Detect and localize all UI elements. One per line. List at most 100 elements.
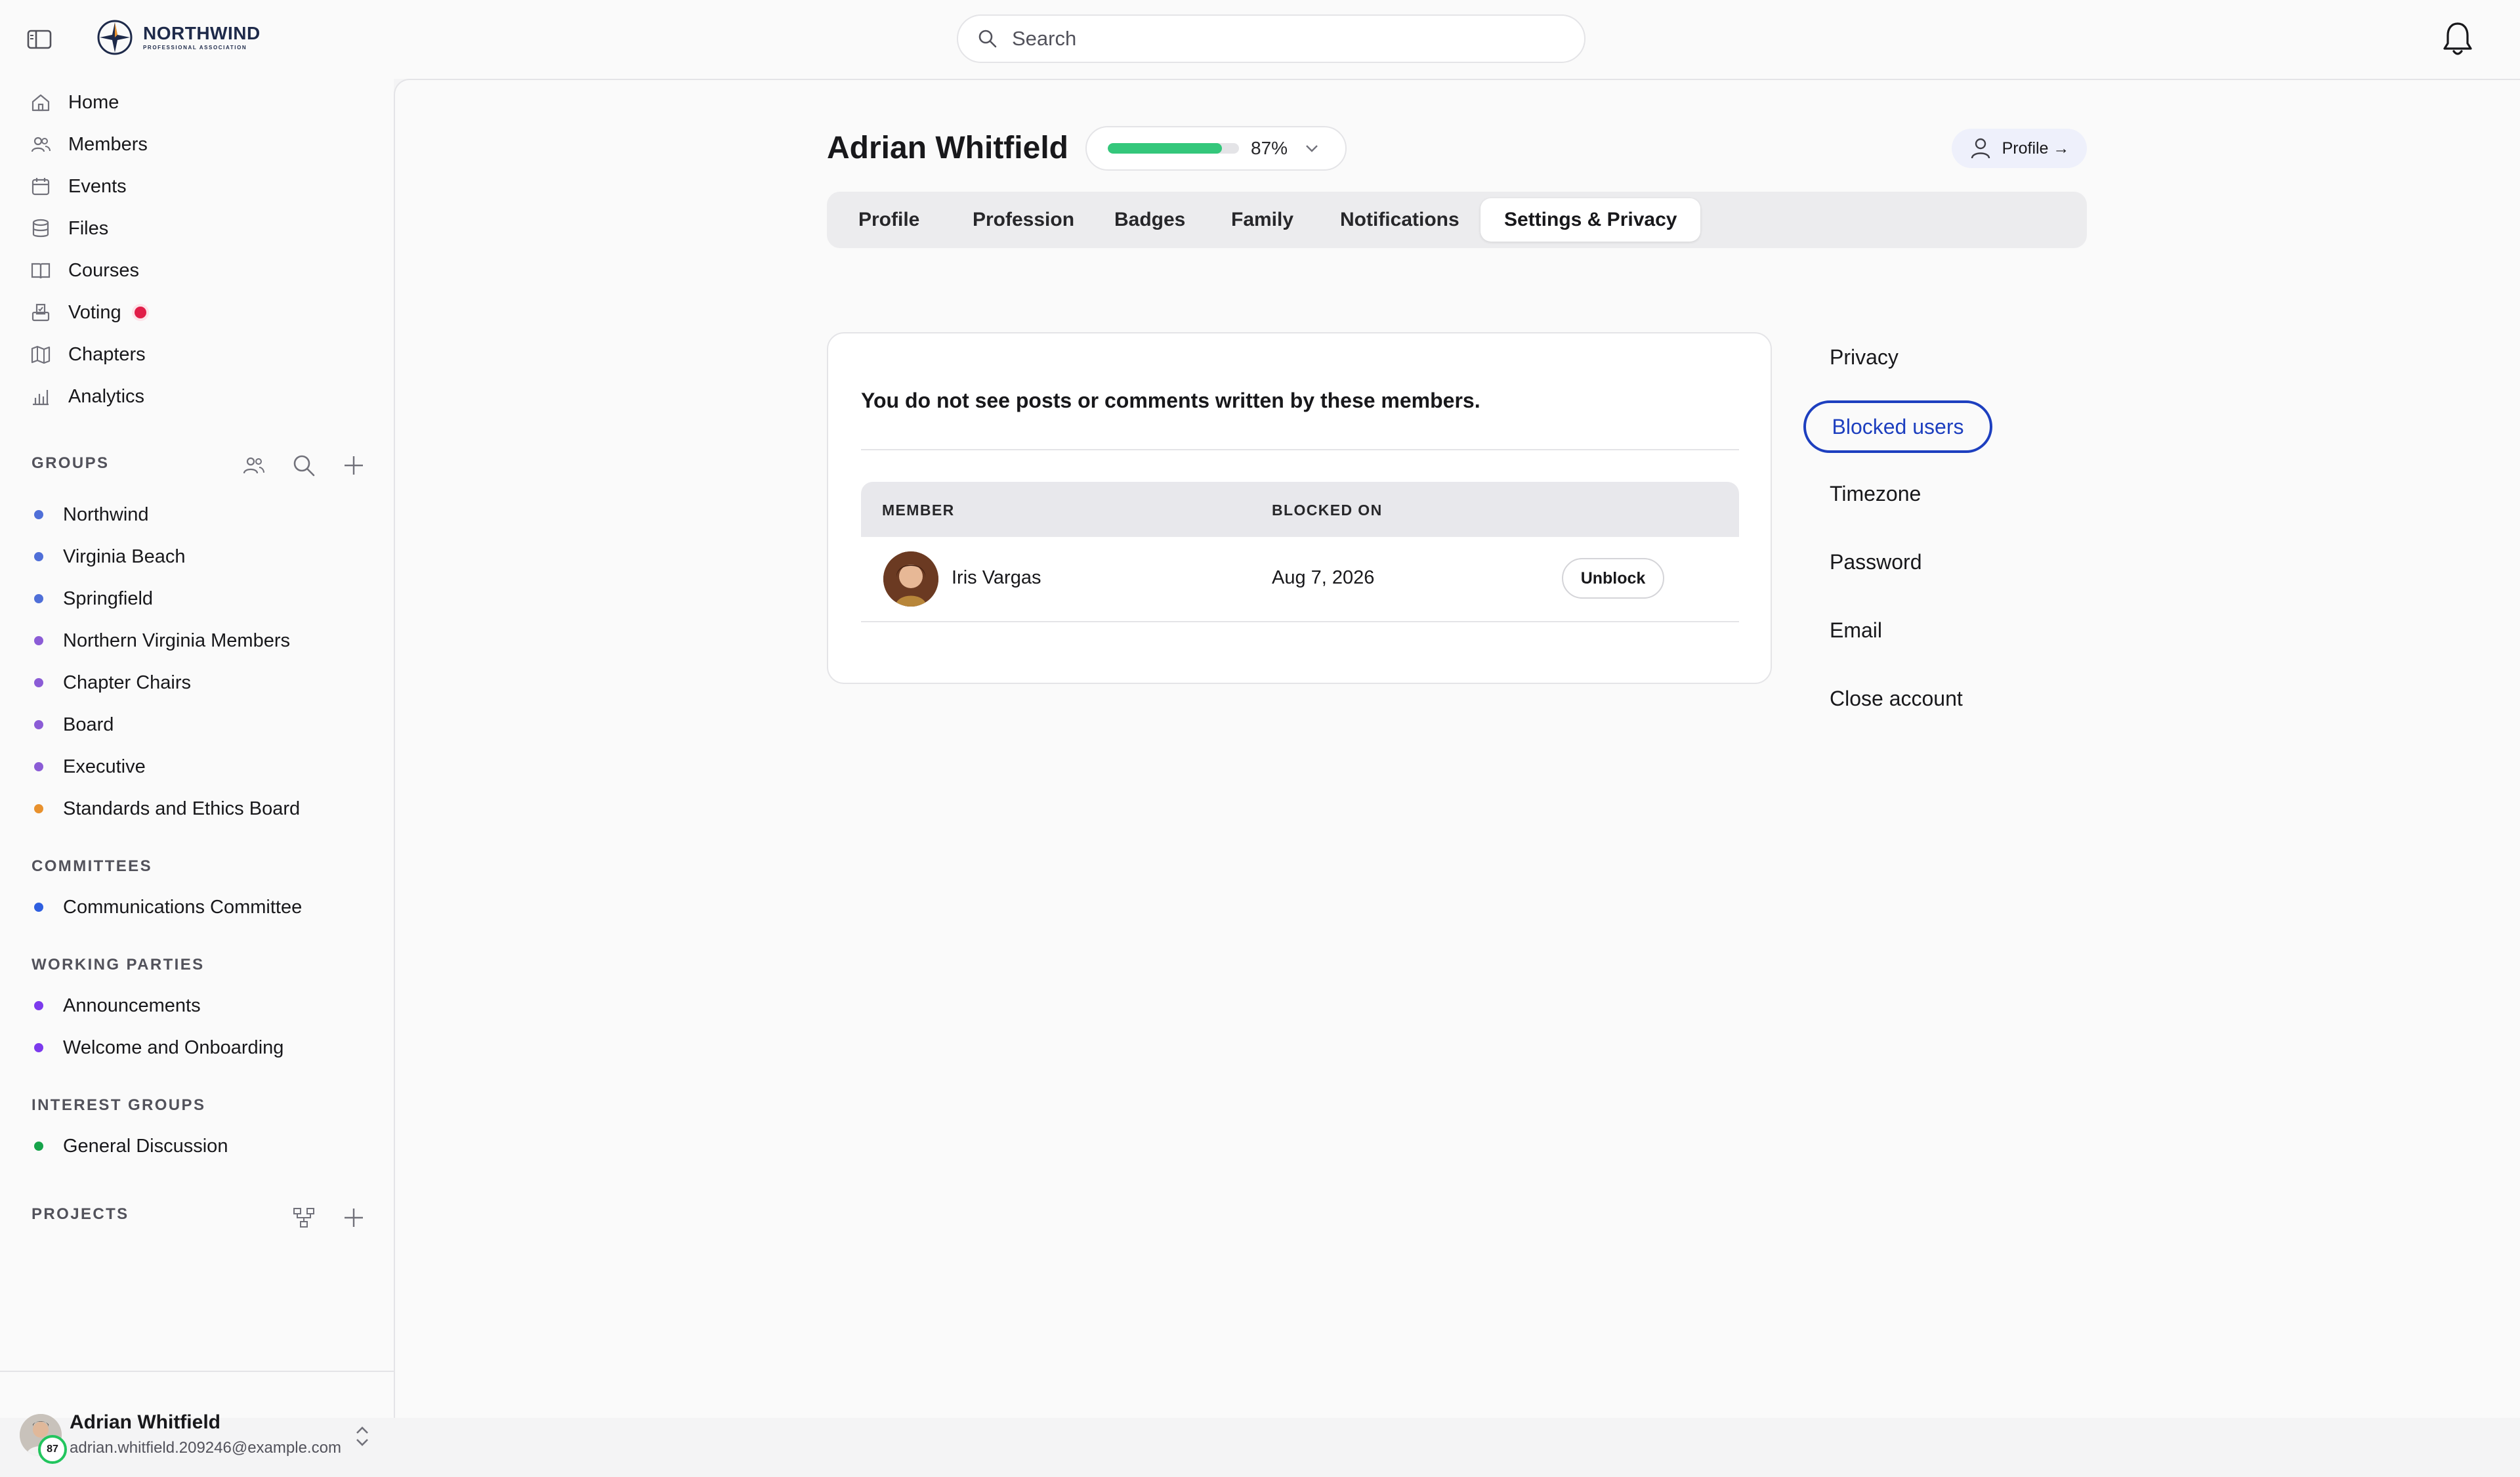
settings-menu-close-account[interactable]: Close account <box>1830 687 1963 711</box>
nav-files-label: Files <box>68 217 109 239</box>
chevron-up-down-icon <box>356 1426 368 1446</box>
compass-logo-icon <box>97 20 133 55</box>
home-icon <box>32 94 50 112</box>
members-icon <box>31 137 51 152</box>
nav-courses-label: Courses <box>68 259 139 281</box>
tab-family[interactable]: Family <box>1208 198 1317 242</box>
interest-group-item[interactable]: General Discussion <box>34 1130 228 1162</box>
add-project-icon[interactable] <box>340 1204 368 1231</box>
interest-groups-heading: INTEREST GROUPS <box>32 1096 206 1114</box>
tab-profile[interactable]: Profile <box>835 198 943 242</box>
column-header-blocked-on: BLOCKED ON <box>1272 502 1383 519</box>
blocked-member-name[interactable]: Iris Vargas <box>952 567 1041 589</box>
profile-completion-value: 87% <box>1251 138 1288 158</box>
project-hierarchy-icon[interactable] <box>290 1204 318 1231</box>
main-content <box>394 79 2520 1418</box>
group-color-dot <box>34 720 43 729</box>
group-item[interactable]: Chapter Chairs <box>34 667 191 698</box>
settings-menu-privacy[interactable]: Privacy <box>1830 345 1899 370</box>
group-item[interactable]: Virginia Beach <box>34 541 185 572</box>
nav-events[interactable]: Events <box>30 169 127 203</box>
group-item[interactable]: Executive <box>34 751 146 782</box>
tab-settings-privacy[interactable]: Settings & Privacy <box>1480 198 1701 242</box>
nav-chapters[interactable]: Chapters <box>30 337 146 372</box>
group-label: Northern Virginia Members <box>63 630 290 651</box>
group-item[interactable]: Northern Virginia Members <box>34 625 290 656</box>
nav-members-label: Members <box>68 133 148 155</box>
sidebar-divider <box>0 1371 394 1372</box>
view-profile-button[interactable]: Profile → <box>1952 129 2087 168</box>
ballot-icon <box>32 303 50 322</box>
group-color-dot <box>34 1001 43 1010</box>
blocked-users-description: You do not see posts or comments written… <box>861 389 1480 412</box>
nav-home[interactable]: Home <box>30 85 119 119</box>
database-icon <box>32 219 49 238</box>
chevron-down-icon <box>1306 145 1318 152</box>
group-color-dot <box>34 903 43 912</box>
group-label: Northwind <box>63 503 149 525</box>
settings-menu-blocked-users[interactable]: Blocked users <box>1803 400 1992 453</box>
group-color-dot <box>34 594 43 603</box>
table-header: MEMBER BLOCKED ON <box>861 482 1739 537</box>
working-party-label: Announcements <box>63 995 201 1016</box>
working-party-label: Welcome and Onboarding <box>63 1037 284 1058</box>
committees-heading: COMMITTEES <box>32 857 152 875</box>
search-groups-icon[interactable] <box>290 452 318 479</box>
book-icon <box>31 263 51 279</box>
nav-members[interactable]: Members <box>30 127 148 161</box>
sidebar: Home Members Events Files Courses Voting… <box>0 79 394 1464</box>
avatar[interactable] <box>883 551 938 607</box>
blocked-users-card: You do not see posts or comments written… <box>827 332 1772 684</box>
search-bar[interactable] <box>957 14 1586 63</box>
nav-courses[interactable]: Courses <box>30 253 139 288</box>
group-item[interactable]: Board <box>34 709 114 740</box>
interest-group-label: General Discussion <box>63 1135 228 1157</box>
settings-menu-email[interactable]: Email <box>1830 618 1882 643</box>
view-profile-label: Profile → <box>2002 139 2070 158</box>
settings-menu-password[interactable]: Password <box>1830 550 1922 574</box>
nav-voting-label: Voting <box>68 301 121 323</box>
group-label: Board <box>63 714 114 735</box>
group-label: Standards and Ethics Board <box>63 798 301 819</box>
settings-menu-timezone[interactable]: Timezone <box>1830 482 1921 506</box>
manage-groups-icon[interactable] <box>240 452 268 479</box>
group-label: Virginia Beach <box>63 546 186 567</box>
group-label: Springfield <box>63 588 154 609</box>
unblock-button[interactable]: Unblock <box>1562 558 1664 599</box>
committee-label: Communications Committee <box>63 896 303 918</box>
tab-profession[interactable]: Profession <box>949 198 1098 242</box>
nav-voting[interactable]: Voting <box>30 295 146 330</box>
search-input[interactable] <box>1011 26 1538 51</box>
group-item[interactable]: Northwind <box>34 499 149 530</box>
group-color-dot <box>34 510 43 519</box>
nav-events-label: Events <box>68 175 127 197</box>
table-row: Iris Vargas Aug 7, 2026 Unblock <box>861 537 1739 622</box>
voting-alert-dot <box>134 307 146 318</box>
add-group-icon[interactable] <box>340 452 368 479</box>
sidebar-toggle-icon[interactable] <box>25 26 54 53</box>
nav-analytics-label: Analytics <box>68 385 145 407</box>
profile-completion-dropdown[interactable]: 87% <box>1085 126 1347 171</box>
user-account-switcher[interactable]: 87 Adrian Whitfield adrian.whitfield.209… <box>20 1411 374 1477</box>
working-parties-heading: WORKING PARTIES <box>32 956 205 974</box>
profile-tabs: Profile Profession Badges Family Notific… <box>827 192 2087 248</box>
group-color-dot <box>34 1043 43 1052</box>
group-item[interactable]: Springfield <box>34 583 153 614</box>
committee-item[interactable]: Communications Committee <box>34 891 302 923</box>
group-item[interactable]: Standards and Ethics Board <box>34 793 300 824</box>
group-color-dot <box>34 1142 43 1151</box>
profile-completion-fill <box>1108 143 1222 154</box>
working-party-item[interactable]: Announcements <box>34 990 201 1021</box>
working-party-item[interactable]: Welcome and Onboarding <box>34 1032 284 1063</box>
tab-notifications[interactable]: Notifications <box>1316 198 1483 242</box>
nav-files[interactable]: Files <box>30 211 108 246</box>
nav-analytics[interactable]: Analytics <box>30 379 144 414</box>
groups-heading: GROUPS <box>32 454 110 472</box>
group-label: Chapter Chairs <box>63 672 192 693</box>
user-email: adrian.whitfield.209246@example.com <box>70 1439 341 1457</box>
group-color-dot <box>34 804 43 813</box>
brand-logo[interactable]: NORTHWIND PROFESSIONAL ASSOCIATION <box>96 18 261 56</box>
notification-bell-icon[interactable] <box>2441 20 2474 58</box>
tab-badges[interactable]: Badges <box>1091 198 1209 242</box>
search-icon <box>978 30 997 48</box>
